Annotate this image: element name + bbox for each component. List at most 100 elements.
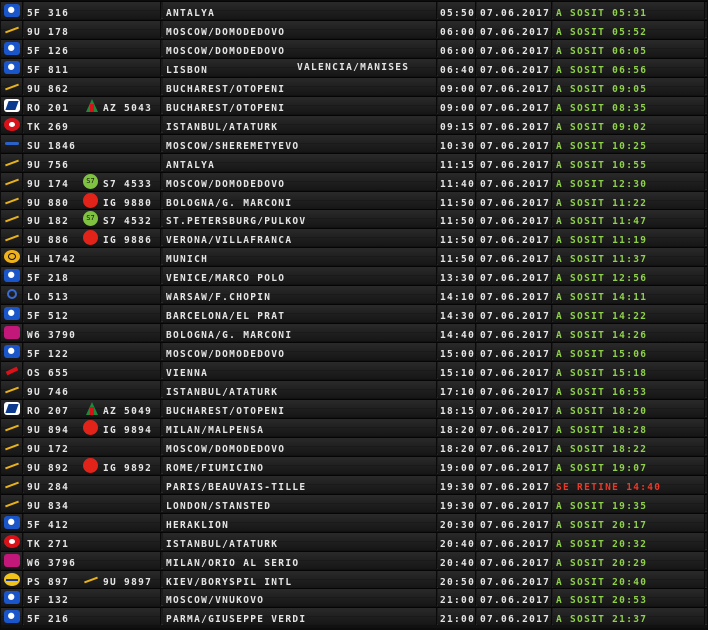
scheduled-time: 11:50 [440,216,476,227]
airline-logo-cell [1,608,23,625]
flight-number: 9U 834 [27,501,70,512]
codeshare-number: S7 4533 [103,179,153,190]
blue-swirl-airline-logo-icon [4,4,20,17]
flight-status: A SOSIT 11:47 [556,216,648,227]
date-cell: 07.06.2017 [477,59,552,76]
arrivals-board: 5F 316 ANTALYA 05:50 07.06.2017 A SOSIT 05:3… [1,1,707,628]
codeshare-cell [79,248,161,265]
flight-row: LO 513 WARSAW/F.CHOPIN 14:10 07.06.2017 A SO… [1,285,707,303]
status-cell: A SOSIT 11:22 [553,192,705,209]
blue-swirl-airline-logo-icon [4,516,20,529]
scheduled-time-cell: 19:30 [438,495,476,512]
scheduled-time-cell: 06:40 [438,59,476,76]
codeshare-number: IG 9892 [103,463,153,474]
flight-status: A SOSIT 12:56 [556,273,648,284]
blue-swirl-airline-logo-icon [4,269,20,282]
flight-number: 9U 178 [27,27,70,38]
codeshare-number: IG 9880 [103,198,153,209]
airline-logo-cell [1,40,23,57]
destination: LISBON [166,65,209,76]
status-cell: A SOSIT 12:56 [553,267,705,284]
flight-number: 5F 122 [27,349,70,360]
status-cell: A SOSIT 14:22 [553,305,705,322]
destination-cell: BOLOGNA/G. MARCONI [163,192,437,209]
date-cell: 07.06.2017 [477,571,552,588]
alitalia-codeshare-logo-icon [83,401,98,416]
codeshare-cell: IG 9886 [79,229,161,246]
destination: BUCHAREST/OTOPENI [166,406,286,417]
flight-status: A SOSIT 10:25 [556,141,648,152]
codeshare-cell [79,362,161,379]
destination: BUCHAREST/OTOPENI [166,84,286,95]
airline-logo-cell [1,2,23,19]
flight-date: 07.06.2017 [480,84,551,95]
destination-cell: MOSCOW/DOMODEDOVO [163,343,437,360]
airline-logo-cell [1,59,23,76]
flight-status: A SOSIT 20:29 [556,558,648,569]
destination-cell: ST.PETERSBURG/PULKOV [163,210,437,227]
status-cell: A SOSIT 10:25 [553,135,705,152]
flight-row: RO 207 AZ 5049 BUCHAREST/OTOPENI 18:15 07.06… [1,399,707,417]
scheduled-time-cell: 20:30 [438,514,476,531]
flight-number: 5F 218 [27,273,70,284]
scheduled-time: 09:15 [440,122,476,133]
scheduled-time-cell: 14:10 [438,286,476,303]
flight-number: 5F 216 [27,614,70,625]
codeshare-cell [79,78,161,95]
flight-status: A SOSIT 20:40 [556,577,648,588]
flight-number: PS 897 [27,577,70,588]
flight-date: 07.06.2017 [480,141,551,152]
codeshare-cell [79,154,161,171]
flight-date: 07.06.2017 [480,198,551,209]
flight-date: 07.06.2017 [480,463,551,474]
meridiana-codeshare-logo-icon [83,420,98,435]
scheduled-time-cell: 18:15 [438,400,476,417]
flight-number: LO 513 [27,292,70,303]
scheduled-time-cell: 15:00 [438,343,476,360]
scheduled-time-cell: 21:00 [438,589,476,606]
flight-row: 9U 284 PARIS/BEAUVAIS-TILLE 19:30 07.06.201… [1,475,707,493]
scheduled-time: 11:40 [440,179,476,190]
airline-logo-cell [1,381,23,398]
flight-date: 07.06.2017 [480,595,551,606]
destination-cell: MOSCOW/DOMODEDOVO [163,438,437,455]
gold-wings-airline-logo-icon [4,383,20,396]
codeshare-cell [79,59,161,76]
airline-logo-cell [1,457,23,474]
destination: VIENNA [166,368,209,379]
airline-logo-cell [1,154,23,171]
flight-row: 9U 894 IG 9894 MILAN/MALPENSA 18:20 07.06.20… [1,418,707,436]
date-cell: 07.06.2017 [477,116,552,133]
blue-swirl-airline-logo-icon [4,610,20,623]
flight-number: W6 3790 [27,330,77,341]
scheduled-time: 14:10 [440,292,476,303]
flight-date: 07.06.2017 [480,311,551,322]
flight-date: 07.06.2017 [480,65,551,76]
scheduled-time: 14:30 [440,311,476,322]
scheduled-time-cell: 21:00 [438,608,476,625]
codeshare-cell: S7 S7 4533 [79,173,161,190]
flight-status: A SOSIT 09:02 [556,122,648,133]
status-cell: A SOSIT 11:19 [553,229,705,246]
airline-logo-cell [1,362,23,379]
date-cell: 07.06.2017 [477,2,552,19]
codeshare-cell [79,2,161,19]
destination: ST.PETERSBURG/PULKOV [166,216,307,227]
austrian-airline-logo-icon [4,364,20,377]
destination-cell: VIENNA [163,362,437,379]
date-cell: 07.06.2017 [477,495,552,512]
second-destination: VALENCIA/MANISES [297,62,410,73]
flight-date: 07.06.2017 [480,8,551,19]
scheduled-time: 21:00 [440,595,476,606]
scheduled-time-cell: 11:15 [438,154,476,171]
airline-logo-cell [1,343,23,360]
destination: BUCHAREST/OTOPENI [166,103,286,114]
status-cell: A SOSIT 18:20 [553,400,705,417]
airline-logo-cell [1,438,23,455]
destination-cell: VERONA/VILLAFRANCA [163,229,437,246]
scheduled-time-cell: 11:50 [438,248,476,265]
flight-row: TK 269 ISTANBUL/ATATURK 09:15 07.06.2017 A S… [1,115,707,133]
flight-row: W6 3790 BOLOGNA/G. MARCONI 14:40 07.06.2017… [1,323,707,341]
flight-status: A SOSIT 18:20 [556,406,648,417]
destination-cell: MOSCOW/DOMODEDOVO [163,40,437,57]
